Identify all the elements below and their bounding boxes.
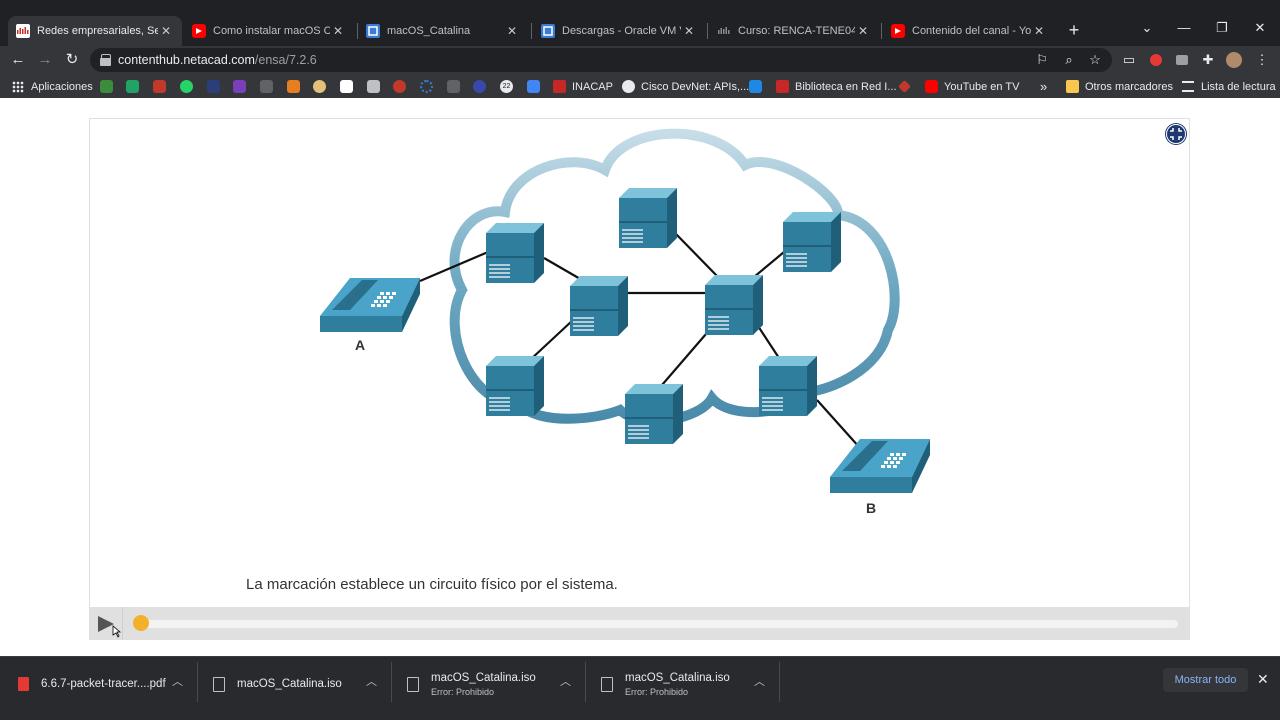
download-status: Error: Prohibido — [625, 686, 689, 697]
download-separator — [391, 662, 392, 702]
progress-knob[interactable] — [133, 615, 149, 631]
download-filename: 6.6.7-packet-tracer....pdf — [41, 678, 166, 690]
download-filename: macOS_Catalina.iso — [625, 671, 730, 684]
chevron-up-icon[interactable]: ︿ — [560, 673, 571, 689]
animation-caption: La marcación establece un circuito físic… — [246, 576, 618, 593]
chevron-up-icon[interactable]: ︿ — [754, 673, 765, 689]
switch-5 — [705, 275, 763, 335]
telephone-a-icon — [320, 278, 420, 332]
switch-1 — [486, 223, 544, 283]
chevron-up-icon[interactable]: ︿ — [172, 673, 183, 689]
download-status: Error: Prohibido — [431, 686, 495, 697]
file-icon — [407, 676, 419, 692]
download-item-iso-2[interactable]: macOS_Catalina.iso Error: Prohibido — [407, 664, 536, 704]
switch-6 — [486, 356, 544, 416]
download-item-pdf[interactable]: 6.6.7-packet-tracer....pdf — [18, 664, 166, 704]
file-icon — [601, 676, 613, 692]
switch-8 — [759, 356, 817, 416]
download-filename: macOS_Catalina.iso — [237, 678, 342, 690]
progress-track[interactable] — [134, 620, 1178, 628]
switch-2 — [619, 188, 677, 248]
telephone-b-icon — [830, 439, 930, 493]
pdf-file-icon — [18, 677, 29, 691]
download-separator — [585, 662, 586, 702]
play-icon — [98, 616, 122, 638]
download-item-iso-3[interactable]: macOS_Catalina.iso Error: Prohibido — [601, 664, 730, 704]
download-separator — [197, 662, 198, 702]
switch-7 — [625, 384, 683, 444]
show-all-downloads-button[interactable]: Mostrar todo — [1163, 668, 1248, 692]
phone-a-label: A — [355, 337, 366, 353]
chevron-up-icon[interactable]: ︿ — [366, 673, 377, 689]
download-filename: macOS_Catalina.iso — [431, 671, 536, 684]
download-separator — [779, 662, 780, 702]
exit-fullscreen-icon[interactable] — [1166, 124, 1186, 144]
play-button[interactable] — [90, 607, 123, 640]
file-icon — [213, 676, 225, 692]
phone-b-label: B — [866, 500, 877, 516]
download-item-iso-1[interactable]: macOS_Catalina.iso — [213, 664, 342, 704]
close-downloads-icon[interactable]: ✕ — [1257, 671, 1269, 688]
switch-3 — [783, 212, 841, 272]
switch-4 — [570, 276, 628, 336]
